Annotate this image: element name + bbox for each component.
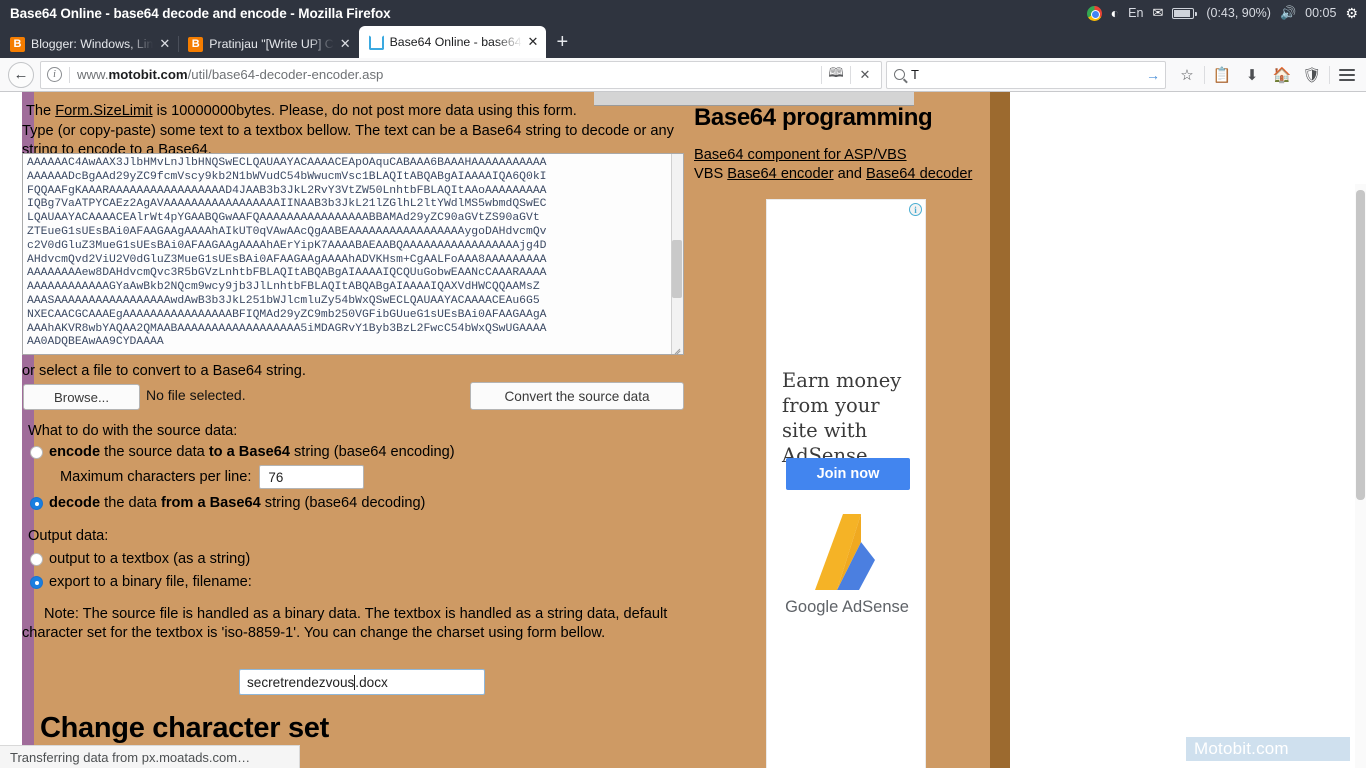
page-left-margin — [0, 92, 22, 768]
window-title: Base64 Online - base64 decode and encode… — [10, 5, 391, 21]
tab-close-button[interactable]: ✕ — [159, 36, 170, 52]
tab-close-button[interactable]: ✕ — [340, 36, 351, 52]
tab-strip: B Blogger: Windows, Lin ✕ B Pratinjau "[… — [0, 26, 1366, 58]
search-bar[interactable]: T → — [886, 60, 1166, 89]
browser-tab-3-active[interactable]: Base64 Online - base64 ✕ — [358, 26, 547, 58]
status-text: Transferring data from px.moatads.com… — [10, 749, 251, 765]
ad-info-icon[interactable]: i — [909, 203, 922, 216]
decode-radio-row[interactable]: decode the data from a Base64 string (ba… — [30, 494, 425, 513]
address-bar-actions: 🕮 ✕ — [821, 62, 879, 88]
output-textbox-radio-button[interactable] — [30, 553, 43, 566]
search-input-value[interactable]: T — [911, 67, 1146, 82]
browser-tab-1[interactable]: B Blogger: Windows, Lin ✕ — [0, 30, 179, 58]
form-sizelimit-link[interactable]: Form.SizeLimit — [55, 103, 152, 119]
no-file-selected-text: No file selected. — [146, 387, 246, 403]
textarea-scrollbar-thumb[interactable] — [672, 240, 682, 298]
filename-input[interactable]: secretrendezvous .docx — [239, 669, 485, 695]
filename-value-before-cursor: secretrendezvous — [247, 674, 355, 690]
textarea-resize-handle[interactable] — [671, 343, 683, 355]
encode-radio-button[interactable] — [30, 446, 43, 459]
system-tray: ◐ En ✉ (0:43, 90%) 🔊 00:05 ⚙ — [1086, 0, 1366, 26]
adsense-ad[interactable]: i Earn money from your site with AdSense… — [766, 199, 926, 768]
reader-view-icon[interactable]: 🕮 — [822, 62, 850, 88]
mail-icon[interactable]: ✉ — [1152, 5, 1163, 21]
ad-headline: Earn money from your site with AdSense — [782, 369, 902, 467]
base64-programming-links: Base64 component for ASP/VBS VBS Base64 … — [694, 147, 973, 182]
new-tab-button[interactable]: + — [546, 32, 578, 56]
output-textbox-label: output to a textbox (as a string) — [49, 551, 251, 567]
browse-button[interactable]: Browse... — [23, 384, 140, 410]
base64-component-link[interactable]: Base64 component for ASP/VBS — [694, 147, 907, 163]
change-character-set-heading: Change character set — [40, 712, 329, 744]
base64-encoder-link[interactable]: Base64 encoder — [727, 166, 833, 182]
library-icon[interactable]: 📋 — [1207, 60, 1237, 90]
volume-icon[interactable]: 🔊 — [1280, 5, 1296, 21]
max-chars-row: Maximum characters per line: 76 — [60, 465, 365, 489]
source-data-textarea[interactable]: AAAAAAC4AwAAX3JlbHMvLnJlbHNQSwECLQAUAAYA… — [22, 153, 684, 355]
status-bar: Transferring data from px.moatads.com… — [0, 745, 300, 768]
note-text: Note: The source file is handled as a bi… — [22, 606, 668, 641]
battery-status: (0:43, 90%) — [1206, 6, 1271, 20]
go-arrow-icon[interactable]: → — [1146, 67, 1160, 83]
output-data-label: Output data: — [28, 528, 109, 544]
ad-brand-label: Google AdSense — [785, 598, 909, 616]
output-file-radio-button[interactable] — [30, 576, 43, 589]
battery-icon[interactable] — [1172, 7, 1198, 19]
url-separator — [69, 66, 70, 83]
hamburger-menu-icon[interactable] — [1332, 60, 1362, 90]
tab-title: Pratinjau "[Write UP] C — [209, 37, 334, 51]
convert-source-data-button[interactable]: Convert the source data — [470, 382, 684, 410]
back-arrow-icon[interactable]: ← — [8, 61, 34, 88]
decode-radio-button[interactable] — [30, 497, 43, 510]
address-bar[interactable]: i www.motobit.com/util/base64-decoder-en… — [40, 60, 882, 89]
encode-radio-row[interactable]: encode the source data to a Base64 strin… — [30, 443, 455, 462]
google-adsense-logo-icon — [815, 514, 875, 590]
navigation-toolbar: ← i www.motobit.com/util/base64-decoder-… — [0, 58, 1366, 92]
language-indicator[interactable]: En — [1128, 6, 1143, 20]
download-arrow-icon[interactable]: ⬇ — [1237, 60, 1267, 90]
base64-programming-heading: Base64 programming — [694, 104, 933, 131]
max-chars-label: Maximum characters per line: — [60, 468, 252, 485]
file-select-label: or select a file to convert to a Base64 … — [22, 363, 306, 379]
output-file-label: export to a binary file, filename: — [49, 574, 252, 590]
gear-icon[interactable]: ⚙ — [1345, 5, 1358, 22]
tab-title: Base64 Online - base64 — [389, 35, 522, 49]
tab-title: Blogger: Windows, Lin — [31, 37, 154, 51]
blogger-icon: B — [188, 36, 204, 52]
page-viewport: The Form.SizeLimit is 10000000bytes. Ple… — [0, 92, 1366, 768]
star-icon[interactable]: ☆ — [1172, 60, 1202, 90]
output-file-radio-row[interactable]: export to a binary file, filename: — [30, 573, 252, 592]
decode-option-label: decode the data from a Base64 string (ba… — [49, 495, 426, 511]
info-icon[interactable]: i — [47, 67, 62, 82]
home-icon[interactable]: 🏠 — [1267, 60, 1297, 90]
pocket-shield-icon[interactable]: 🛡 — [1297, 60, 1327, 90]
blogger-icon: B — [10, 36, 25, 52]
motobit-watermark: Motobit.com — [1186, 737, 1350, 761]
page-scrollbar-thumb[interactable] — [1356, 190, 1365, 500]
output-textbox-radio-row[interactable]: output to a textbox (as a string) — [30, 550, 250, 569]
tab-close-button[interactable]: ✕ — [528, 34, 539, 50]
chrome-icon[interactable] — [1086, 5, 1102, 21]
stop-loading-icon[interactable]: ✕ — [851, 62, 879, 88]
page-right-stripe — [990, 92, 1010, 768]
what-to-do-label: What to do with the source data: — [28, 423, 238, 439]
filename-value-after-cursor: .docx — [355, 674, 388, 690]
max-chars-input[interactable]: 76 — [259, 465, 365, 489]
base64-decoder-link[interactable]: Base64 decoder — [866, 166, 972, 182]
search-icon — [894, 69, 905, 80]
wifi-icon[interactable]: ◐ — [1111, 6, 1119, 20]
toolbar-icons: ☆ 📋 ⬇ 🏠 🛡 — [1172, 60, 1366, 90]
browser-tab-2[interactable]: B Pratinjau "[Write UP] C ✕ — [178, 30, 359, 58]
loading-ring-icon — [368, 34, 384, 50]
window-titlebar: Base64 Online - base64 decode and encode… — [0, 0, 1366, 26]
ad-join-now-button[interactable]: Join now — [786, 458, 910, 490]
encode-option-label: encode the source data to a Base64 strin… — [49, 444, 455, 460]
form-size-limit-text: The Form.SizeLimit is 10000000bytes. Ple… — [26, 103, 577, 119]
url-text: www.motobit.com/util/base64-decoder-enco… — [77, 67, 384, 82]
web-page: The Form.SizeLimit is 10000000bytes. Ple… — [0, 92, 1010, 768]
clock[interactable]: 00:05 — [1305, 6, 1336, 20]
